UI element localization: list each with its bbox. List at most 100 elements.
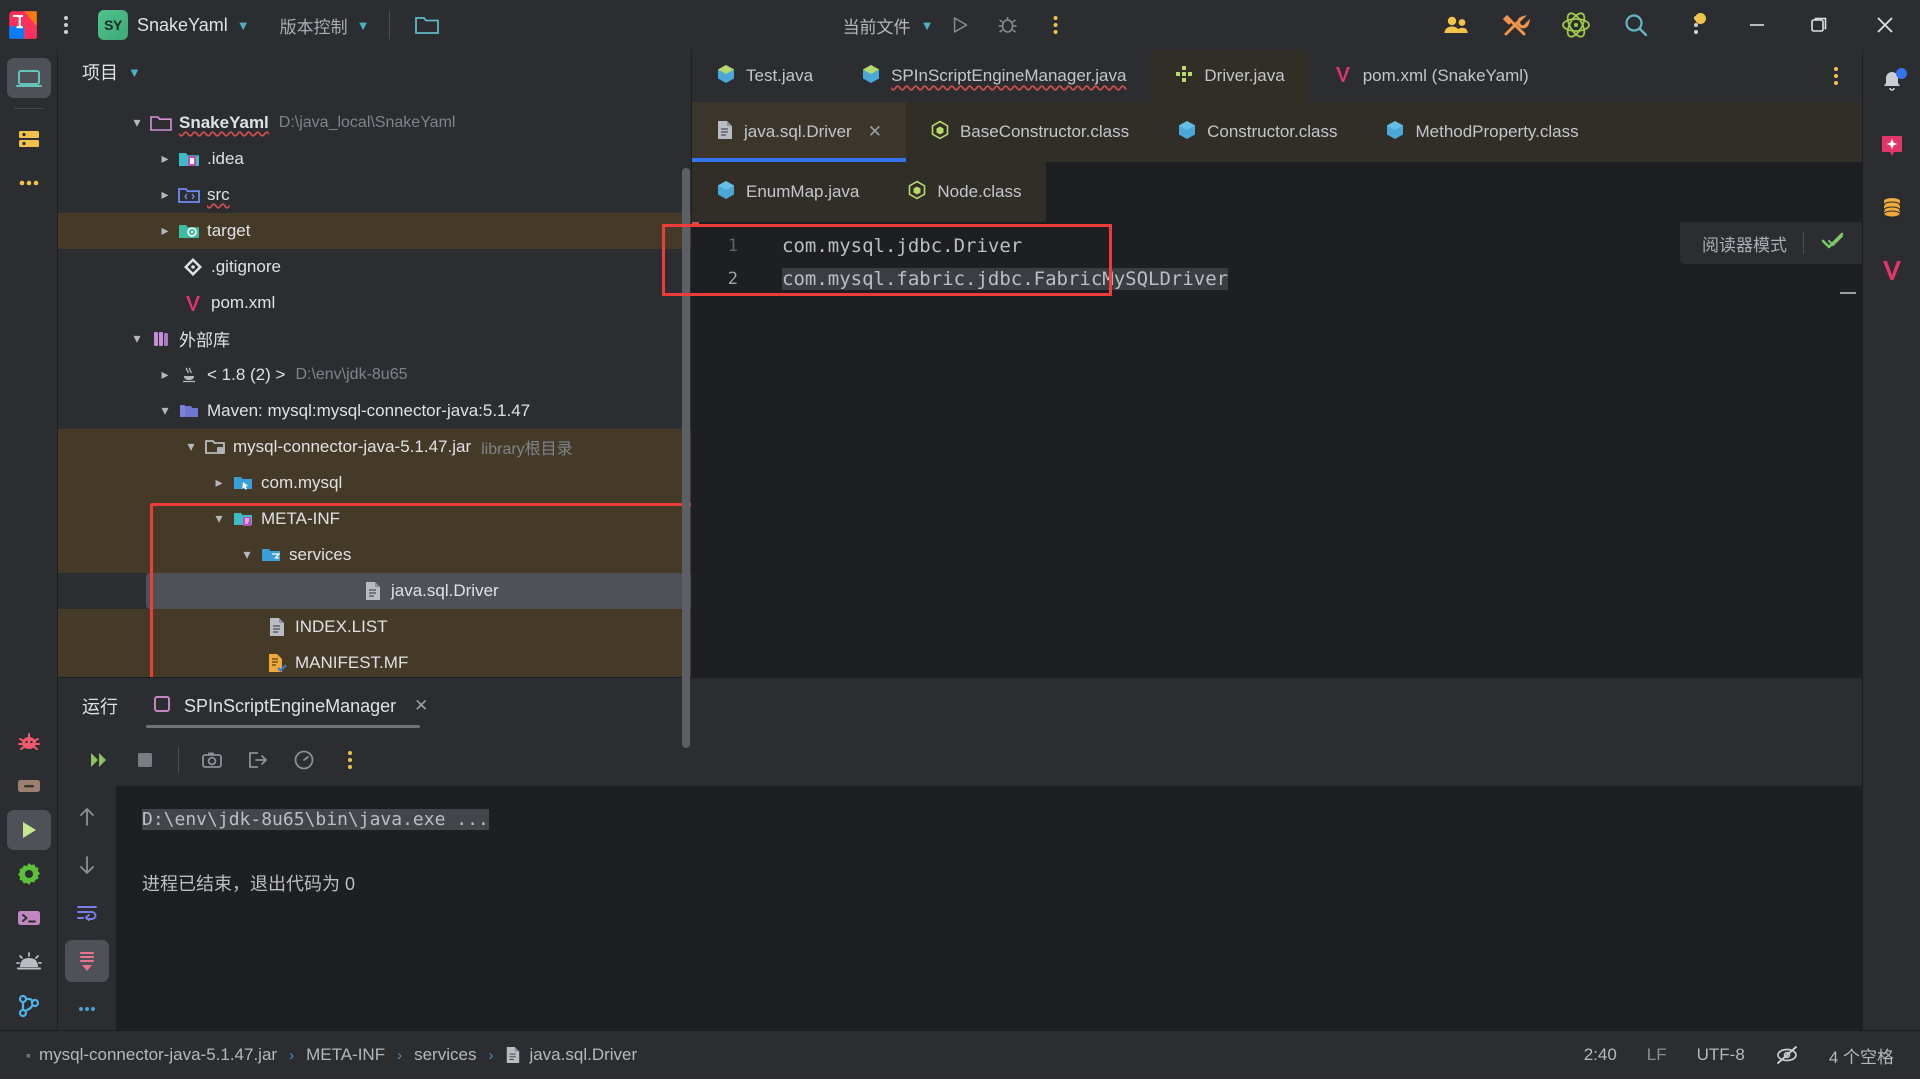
editor-gutter[interactable]: 1 2 xyxy=(692,222,752,677)
caret-position-widget[interactable]: 2:40 xyxy=(1584,1045,1617,1065)
tree-item-maven-library[interactable]: ▾ Maven: mysql:mysql-connector-java:5.1.… xyxy=(58,393,692,429)
tree-item-meta-inf[interactable]: ▾ META-INF xyxy=(58,500,692,537)
window-minimize-button[interactable] xyxy=(1726,0,1788,50)
tree-item-jar-root[interactable]: ▾ mysql-connector-java-5.1.47.jar librar… xyxy=(58,428,692,465)
inspections-ok-checkmark-icon[interactable] xyxy=(1820,230,1846,257)
editor-text[interactable]: com.mysql.jdbc.Driver com.mysql.fabric.j… xyxy=(752,222,1862,677)
tree-item-target[interactable]: ▸ target xyxy=(58,212,692,249)
breadcrumb-item-jar[interactable]: mysql-connector-java-5.1.47.jar xyxy=(39,1045,277,1065)
sidebar-item-commit[interactable] xyxy=(7,119,51,159)
sidebar-item-run[interactable] xyxy=(6,810,51,850)
soft-wrap-button[interactable] xyxy=(65,892,109,934)
run-session-tab[interactable]: SPInScriptEngineManager ✕ xyxy=(146,678,434,734)
chevron-right-icon[interactable]: ▸ xyxy=(208,474,230,491)
sidebar-item-maven[interactable] xyxy=(1870,250,1914,290)
notifications-kebab-button[interactable] xyxy=(1666,0,1726,50)
sidebar-item-project[interactable] xyxy=(6,58,51,98)
tools-button[interactable] xyxy=(1486,0,1546,50)
chevron-right-icon[interactable]: ▸ xyxy=(154,186,176,203)
sidebar-item-more-tool-windows[interactable] xyxy=(7,163,51,203)
tree-item-external-libraries[interactable]: ▾ 外部库 xyxy=(58,321,692,357)
indent-widget[interactable]: 4 个空格 xyxy=(1829,1043,1894,1068)
stop-button[interactable] xyxy=(124,739,166,781)
search-everywhere-button[interactable] xyxy=(1606,0,1666,50)
export-button[interactable] xyxy=(237,739,279,781)
tree-item-snakeyaml[interactable]: ▾ SnakeYaml D:\java_local\SnakeYaml xyxy=(58,105,692,141)
editor-tab-test-java[interactable]: Test.java xyxy=(692,50,837,102)
editor-subtab-node-class[interactable]: Node.class xyxy=(883,162,1045,222)
chevron-down-icon[interactable]: ▼ xyxy=(921,19,934,32)
project-tree[interactable]: ▾ SnakeYaml D:\java_local\SnakeYaml ▸ .i… xyxy=(58,95,692,677)
run-more-options-button[interactable] xyxy=(329,739,371,781)
editor-subtab-baseconstructor-class[interactable]: BaseConstructor.class xyxy=(906,102,1153,162)
tree-item-jdk[interactable]: ▸ < 1.8 (2) > D:\env\jdk-8u65 xyxy=(58,357,692,393)
chevron-down-icon[interactable]: ▾ xyxy=(208,510,230,527)
vcs-widget[interactable]: 版本控制 ▼ xyxy=(280,13,370,38)
editor-subtab-methodproperty-class[interactable]: MethodProperty.class xyxy=(1361,102,1602,162)
run-button[interactable] xyxy=(937,8,981,42)
editor-subtab-enummap-java[interactable]: EnumMap.java xyxy=(692,162,883,222)
close-icon[interactable]: ✕ xyxy=(414,696,428,716)
editor-tab-driver-java[interactable]: Driver.java xyxy=(1150,50,1309,102)
window-maximize-button[interactable] xyxy=(1788,0,1850,50)
chevron-down-icon[interactable]: ▾ xyxy=(126,330,148,347)
sidebar-item-debug[interactable] xyxy=(7,722,51,762)
tree-item-services[interactable]: ▾ services xyxy=(58,536,692,573)
line-separator-widget[interactable]: LF xyxy=(1647,1045,1667,1065)
more-console-options-button[interactable] xyxy=(65,988,109,1030)
encoding-widget[interactable]: UTF-8 xyxy=(1697,1045,1745,1065)
scroll-to-end-button[interactable] xyxy=(65,940,109,982)
window-close-button[interactable] xyxy=(1850,0,1920,50)
rerun-button[interactable] xyxy=(78,739,120,781)
editor-tab-pom-xml[interactable]: pom.xml (SnakeYaml) xyxy=(1309,50,1553,102)
tree-item-idea[interactable]: ▸ .idea xyxy=(58,141,692,177)
screenshot-button[interactable] xyxy=(191,739,233,781)
editor-subtab-java-sql-driver[interactable]: java.sql.Driver ✕ xyxy=(692,102,906,162)
profiler-button[interactable] xyxy=(283,739,325,781)
next-occurrence-button[interactable] xyxy=(65,844,109,886)
sidebar-item-terminal[interactable] xyxy=(7,898,51,938)
breadcrumb-item-services[interactable]: services xyxy=(414,1045,476,1065)
chevron-right-icon[interactable]: ▸ xyxy=(154,150,176,167)
tree-item-src[interactable]: ▸ src xyxy=(58,177,692,213)
tree-item-com-mysql[interactable]: ▸ com.mysql xyxy=(58,464,692,501)
editor-tab-spinscriptenginemanager-java[interactable]: SPInScriptEngineManager.java xyxy=(837,50,1150,102)
sidebar-item-problems[interactable] xyxy=(7,942,51,982)
tree-item-pom-xml[interactable]: pom.xml xyxy=(58,285,692,321)
chevron-down-icon[interactable]: ▼ xyxy=(128,66,141,79)
tree-item-java-sql-driver[interactable]: java.sql.Driver xyxy=(146,572,692,609)
sidebar-item-ai-assistant[interactable] xyxy=(1870,126,1914,166)
tree-item-index-list[interactable]: INDEX.LIST xyxy=(58,608,692,645)
breadcrumb-item-file[interactable]: java.sql.Driver xyxy=(529,1045,637,1065)
project-tool-window-header[interactable]: 项目 ▼ xyxy=(58,50,692,95)
editor-code-viewport[interactable]: 1 2 com.mysql.jdbc.Driver com.mysql.fabr… xyxy=(662,222,1862,677)
chevron-down-icon[interactable]: ▾ xyxy=(154,402,176,419)
editor-tab-list-button[interactable] xyxy=(1810,50,1862,102)
code-with-me-button[interactable] xyxy=(1426,0,1486,50)
tree-item-manifest-mf[interactable]: MANIFEST.MF xyxy=(58,644,692,677)
debug-button[interactable] xyxy=(985,8,1029,42)
project-widget[interactable]: SY SnakeYaml ▼ xyxy=(90,6,258,44)
chevron-right-icon[interactable]: ▸ xyxy=(154,366,176,383)
sidebar-item-drawer[interactable] xyxy=(7,766,51,806)
chevron-right-icon[interactable]: ▸ xyxy=(154,222,176,239)
chevron-down-icon[interactable]: ▾ xyxy=(126,114,148,131)
open-project-button[interactable] xyxy=(410,8,444,42)
reader-mode-widget[interactable]: 阅读器模式 xyxy=(1680,222,1862,264)
sidebar-item-version-control[interactable] xyxy=(7,986,51,1026)
project-tree-scrollbar[interactable] xyxy=(682,168,690,748)
chevron-down-icon[interactable]: ▾ xyxy=(236,546,258,563)
chevron-down-icon[interactable]: ▾ xyxy=(180,438,202,455)
sidebar-item-services[interactable] xyxy=(7,854,51,894)
sidebar-item-notifications[interactable] xyxy=(1870,64,1914,104)
read-only-eye-off-icon[interactable] xyxy=(1775,1044,1799,1066)
breadcrumb-item-meta-inf[interactable]: META-INF xyxy=(306,1045,385,1065)
ai-assistant-button[interactable] xyxy=(1546,0,1606,50)
close-icon[interactable]: ✕ xyxy=(868,122,882,142)
more-run-options-button[interactable] xyxy=(1033,8,1077,42)
sidebar-item-database[interactable] xyxy=(1870,188,1914,228)
main-menu-button[interactable] xyxy=(46,16,86,34)
tree-item-gitignore[interactable]: .gitignore xyxy=(58,249,692,285)
previous-occurrence-button[interactable] xyxy=(65,796,109,838)
editor-subtab-constructor-class[interactable]: Constructor.class xyxy=(1153,102,1361,162)
